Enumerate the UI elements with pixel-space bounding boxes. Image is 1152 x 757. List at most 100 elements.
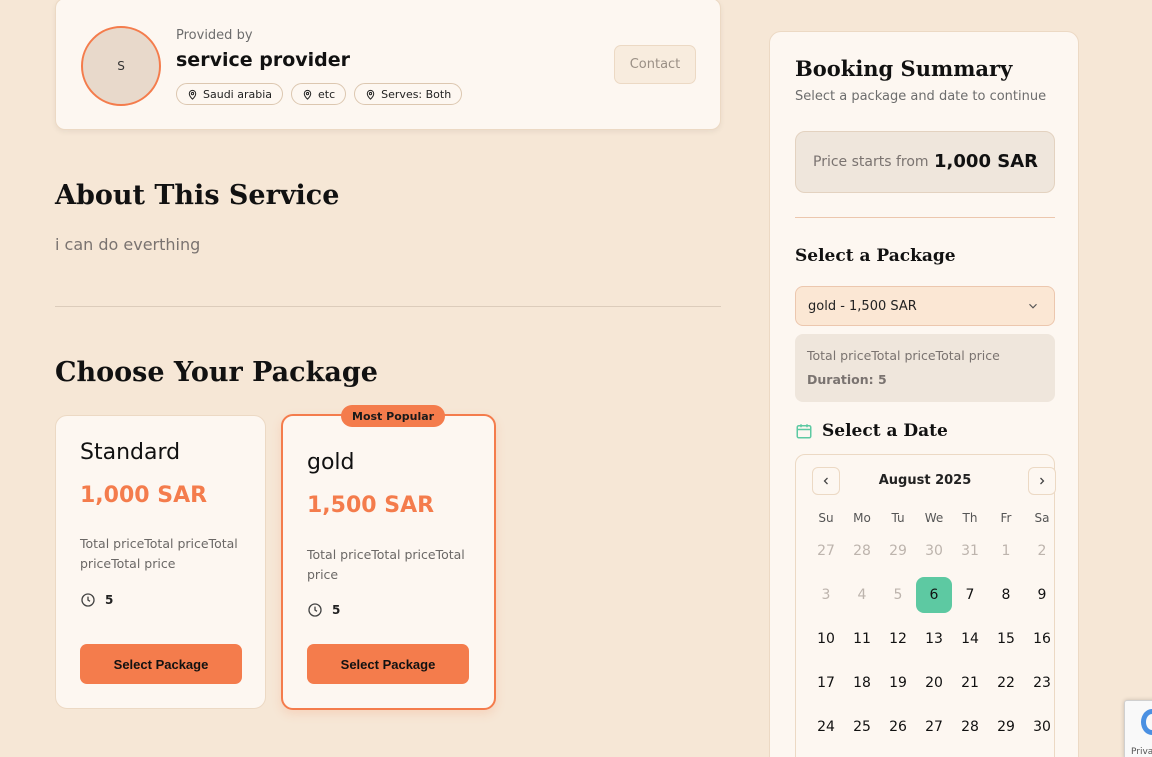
location-tag: Saudi arabia [176,83,284,105]
calendar-day[interactable]: 18 [844,661,880,705]
calendar-icon [796,424,812,439]
calendar-month: August 2025 [878,473,972,488]
day-number: 5 [893,587,903,603]
day-number: 24 [817,719,835,735]
package-select[interactable]: gold - 1,500 SAR [795,286,1055,326]
day-number: 17 [817,675,835,691]
recaptcha-icon [1141,709,1152,735]
divider [795,217,1055,218]
package-description: Total priceTotal priceTotal price [307,547,465,582]
day-number: 11 [853,631,871,647]
day-number: 30 [1033,719,1051,735]
calendar-day[interactable]: 30 [1024,705,1060,749]
calendar-day[interactable]: 24 [808,705,844,749]
day-number: 13 [925,631,943,647]
calendar-day[interactable]: 8 [988,573,1024,617]
calendar-day[interactable]: 13 [916,617,952,661]
package-info-description: Total priceTotal priceTotal price [807,348,1000,363]
booking-summary-subtitle: Select a package and date to continue [795,89,1047,104]
day-number: 28 [853,543,871,559]
calendar-day[interactable]: 22 [988,661,1024,705]
city-tag: etc [291,83,347,105]
calendar-day: 5 [880,573,916,617]
day-number: 8 [1001,587,1011,603]
chevron-right-icon [1040,477,1045,485]
provider-card: S Provided by service provider Saudi ara… [55,0,721,130]
day-number: 27 [817,543,835,559]
package-name: gold [307,450,355,475]
contact-button[interactable]: Contact [614,45,696,84]
calendar-day[interactable]: 10 [808,617,844,661]
calendar-day[interactable]: 11 [844,617,880,661]
calendar-day[interactable]: 26 [880,705,916,749]
day-number: 31 [961,543,979,559]
select-package-button[interactable]: Select Package [307,644,469,684]
calendar-day[interactable]: 19 [880,661,916,705]
calendar-day-selected[interactable]: 6 [916,573,952,617]
calendar-day: 4 [844,573,880,617]
calendar-day: 30 [916,529,952,573]
select-package-button[interactable]: Select Package [80,644,242,684]
calendar-day[interactable]: 7 [952,573,988,617]
booking-summary-title: Booking Summary [795,56,1013,81]
next-month-button[interactable] [1028,467,1056,495]
price-value: 1,000 SAR [934,151,1038,172]
calendar-day: 27 [808,529,844,573]
calendar-day[interactable]: 23 [1024,661,1060,705]
calendar-day[interactable]: 16 [1024,617,1060,661]
package-card-gold[interactable]: Most Popular gold 1,500 SAR Total priceT… [281,405,496,710]
calendar-day[interactable]: 14 [952,617,988,661]
day-number: 29 [889,543,907,559]
day-number: 3 [821,587,831,603]
calendar-day: 29 [880,529,916,573]
about-title: About This Service [55,180,340,211]
calendar-day[interactable]: 20 [916,661,952,705]
calendar-day[interactable]: 25 [844,705,880,749]
package-name: Standard [80,440,181,465]
day-number: 9 [1037,587,1047,603]
weekday-label: Tu [891,511,905,525]
calendar-day[interactable]: 15 [988,617,1024,661]
calendar-day[interactable]: 17 [808,661,844,705]
package-info: Total priceTotal priceTotal price Durati… [795,334,1055,402]
booking-summary-panel: Booking Summary Select a package and dat… [769,31,1079,757]
duration-value: 5 [105,593,114,607]
calendar-day[interactable]: 12 [880,617,916,661]
clock-icon [81,593,95,607]
recaptcha-text: Privacy [1131,747,1152,757]
day-number: 25 [853,719,871,735]
select-date-title: Select a Date [822,421,948,441]
most-popular-badge: Most Popular [341,405,446,427]
price-label: Price starts from [813,154,929,170]
recaptcha-badge[interactable]: Privacy [1124,700,1152,757]
calendar-day[interactable]: 28 [952,705,988,749]
package-price: 1,500 SAR [307,493,435,518]
select-date-heading: Select a Date [795,421,948,441]
day-number: 23 [1033,675,1051,691]
day-number: 29 [997,719,1015,735]
weekday-label: Fr [1000,511,1012,525]
package-price: 1,000 SAR [80,483,208,508]
day-number: 19 [889,675,907,691]
calendar-day: 28 [844,529,880,573]
calendar-day[interactable]: 9 [1024,573,1060,617]
day-number: 28 [961,719,979,735]
day-number: 30 [925,543,943,559]
package-description: Total priceTotal priceTotal priceTotal p… [80,536,238,571]
chevron-down-icon [1029,303,1037,309]
package-select-value: gold - 1,500 SAR [808,298,917,314]
divider [55,306,721,307]
day-number: 18 [853,675,871,691]
tag-label: etc [318,87,336,101]
calendar-day: 3 [808,573,844,617]
calendar-day[interactable]: 29 [988,705,1024,749]
date-calendar: August 2025 Su Mo Tu We Th Fr Sa 27 28 29 30 31 1 2 3 4… [795,454,1056,757]
package-duration: 5 [307,602,340,618]
day-number: 15 [997,631,1015,647]
day-number: 2 [1037,543,1047,559]
calendar-day[interactable]: 21 [952,661,988,705]
avatar: S [81,26,161,106]
weekday-label: We [924,511,944,525]
calendar-day[interactable]: 27 [916,705,952,749]
package-card-standard[interactable]: Standard 1,000 SAR Total priceTotal pric… [55,415,266,709]
